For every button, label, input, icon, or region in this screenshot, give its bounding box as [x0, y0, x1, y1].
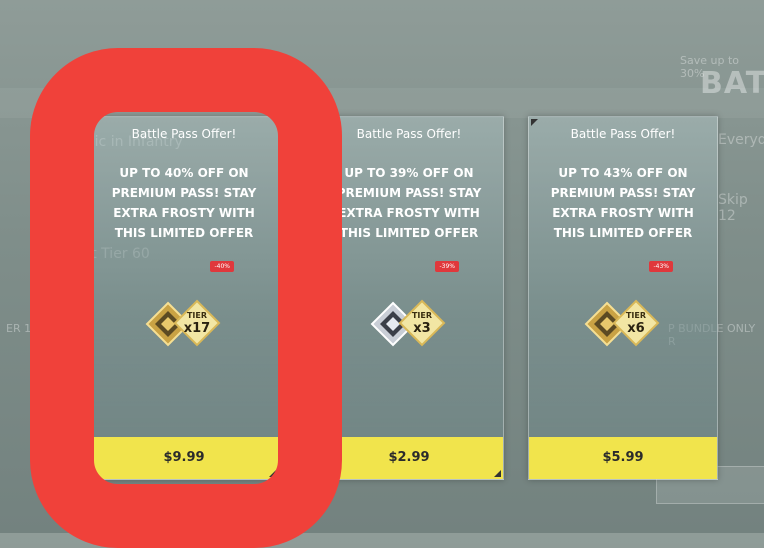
- corner-icon: [494, 470, 501, 477]
- card-description: UP TO 39% OFF ON PREMIUM PASS! STAY EXTR…: [336, 166, 482, 240]
- card-title: Battle Pass Offer!: [356, 127, 462, 141]
- tier-label: TIER: [625, 311, 647, 320]
- price-button[interactable]: $2.99: [315, 437, 503, 479]
- background-row-text: Everyd: [718, 132, 764, 148]
- tier-label: TIER: [411, 311, 433, 320]
- card-description: UP TO 43% OFF ON PREMIUM PASS! STAY EXTR…: [550, 166, 696, 240]
- price-button[interactable]: $5.99: [529, 437, 717, 479]
- reward-icons: TIER x3: [364, 291, 454, 361]
- card-title: Battle Pass Offer!: [570, 127, 676, 141]
- tier-count: x6: [627, 321, 645, 336]
- discount-badge: -39%: [435, 261, 459, 272]
- background-row-text: Skip 12: [718, 192, 748, 224]
- battle-pass-offer-card[interactable]: Battle Pass Offer! UP TO 39% OFF ON PREM…: [314, 116, 504, 480]
- tier-count: x3: [413, 321, 431, 336]
- reward-icons: TIER x6: [578, 291, 668, 361]
- red-highlight-frame: [30, 48, 342, 548]
- battle-pass-offer-card[interactable]: Battle Pass Offer! UP TO 43% OFF ON PREM…: [528, 116, 718, 480]
- corner-icon: [531, 119, 538, 126]
- background-title-text: BATTL: [700, 66, 764, 101]
- discount-badge: -43%: [649, 261, 673, 272]
